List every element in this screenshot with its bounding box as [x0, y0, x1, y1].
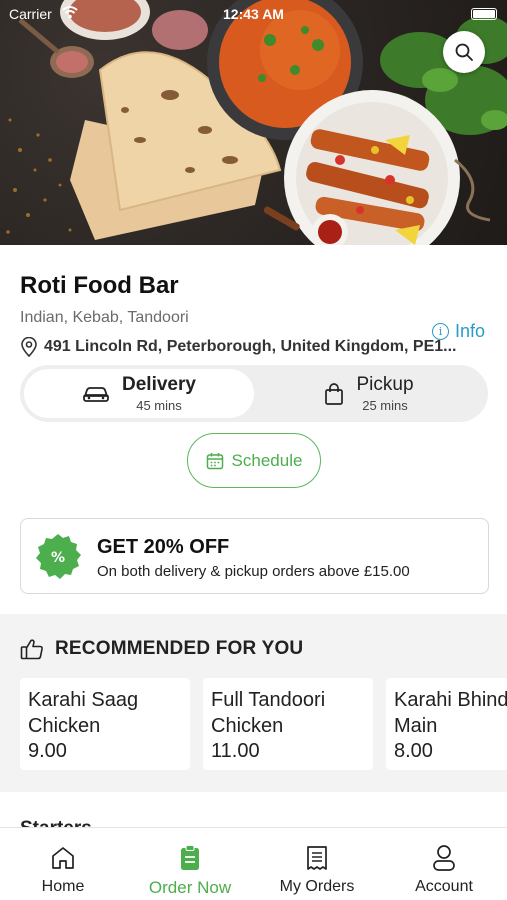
recommended-item[interactable]: Karahi Saag Chicken 9.00 [20, 678, 190, 770]
offer-card[interactable]: % GET 20% OFF On both delivery & pickup … [20, 518, 489, 594]
address: 491 Lincoln Rd, Peterborough, United Kin… [20, 337, 490, 357]
delivery-option[interactable]: Delivery 45 mins [24, 369, 254, 418]
pickup-label: Pickup [356, 374, 414, 395]
delivery-label: Delivery [122, 374, 196, 395]
discount-symbol: % [51, 550, 65, 566]
item-price: 9.00 [28, 740, 67, 762]
nav-account-label: Account [415, 878, 473, 895]
discount-badge-icon: % [36, 534, 81, 579]
battery-icon [471, 8, 497, 20]
item-name: Full Tandoori Chicken [211, 689, 326, 737]
user-icon [433, 845, 455, 871]
pickup-option[interactable]: Pickup 25 mins [254, 369, 484, 418]
shopping-bag-icon [325, 382, 344, 405]
delivery-time: 45 mins [136, 398, 182, 413]
calendar-icon [206, 452, 223, 469]
address-text: 491 Lincoln Rd, Peterborough, United Kin… [44, 338, 457, 355]
search-button[interactable] [443, 31, 485, 73]
receipt-icon [307, 846, 327, 870]
order-mode-toggle: Delivery 45 mins Pickup 25 mins [20, 365, 488, 422]
search-icon [455, 43, 473, 61]
pickup-time: 25 mins [362, 398, 408, 413]
schedule-button[interactable]: Schedule [187, 433, 321, 488]
recommended-section: RECOMMENDED FOR YOU Karahi Saag Chicken … [0, 614, 507, 792]
thumbs-up-icon [20, 639, 43, 660]
item-price: 11.00 [211, 740, 260, 762]
nav-order-now[interactable]: Order Now [127, 828, 253, 900]
hero-banner: Carrier 12:43 AM [0, 0, 507, 245]
nav-home[interactable]: Home [0, 828, 126, 900]
restaurant-name: Roti Food Bar [20, 272, 179, 299]
order-icon [181, 845, 199, 870]
recommended-heading: RECOMMENDED FOR YOU [55, 638, 304, 659]
item-name: Karahi Bhindi Main [394, 689, 507, 737]
item-name: Karahi Saag Chicken [28, 689, 139, 737]
status-time: 12:43 AM [223, 6, 284, 22]
item-price: 8.00 [394, 740, 433, 762]
offer-title: GET 20% OFF [97, 536, 230, 558]
offer-description: On both delivery & pickup orders above £… [97, 563, 410, 580]
recommended-item[interactable]: Karahi Bhindi Main 8.00 [386, 678, 507, 770]
schedule-label: Schedule [231, 450, 303, 470]
bottom-nav: Home Order Now My Orders Account [0, 827, 507, 900]
nav-account[interactable]: Account [381, 828, 507, 900]
nav-my-orders-label: My Orders [279, 878, 355, 895]
recommended-item[interactable]: Full Tandoori Chicken 11.00 [203, 678, 373, 770]
location-pin-icon [21, 337, 37, 357]
nav-order-now-label: Order Now [148, 878, 232, 897]
food-banner-image [6, 0, 507, 245]
cuisine-tags: Indian, Kebab, Tandoori [20, 309, 189, 326]
home-icon [52, 847, 74, 869]
status-bar: Carrier 12:43 AM [0, 0, 507, 28]
car-icon [83, 386, 109, 402]
recommended-header: RECOMMENDED FOR YOU [20, 638, 303, 660]
nav-home-label: Home [41, 878, 85, 895]
nav-my-orders[interactable]: My Orders [254, 828, 380, 900]
